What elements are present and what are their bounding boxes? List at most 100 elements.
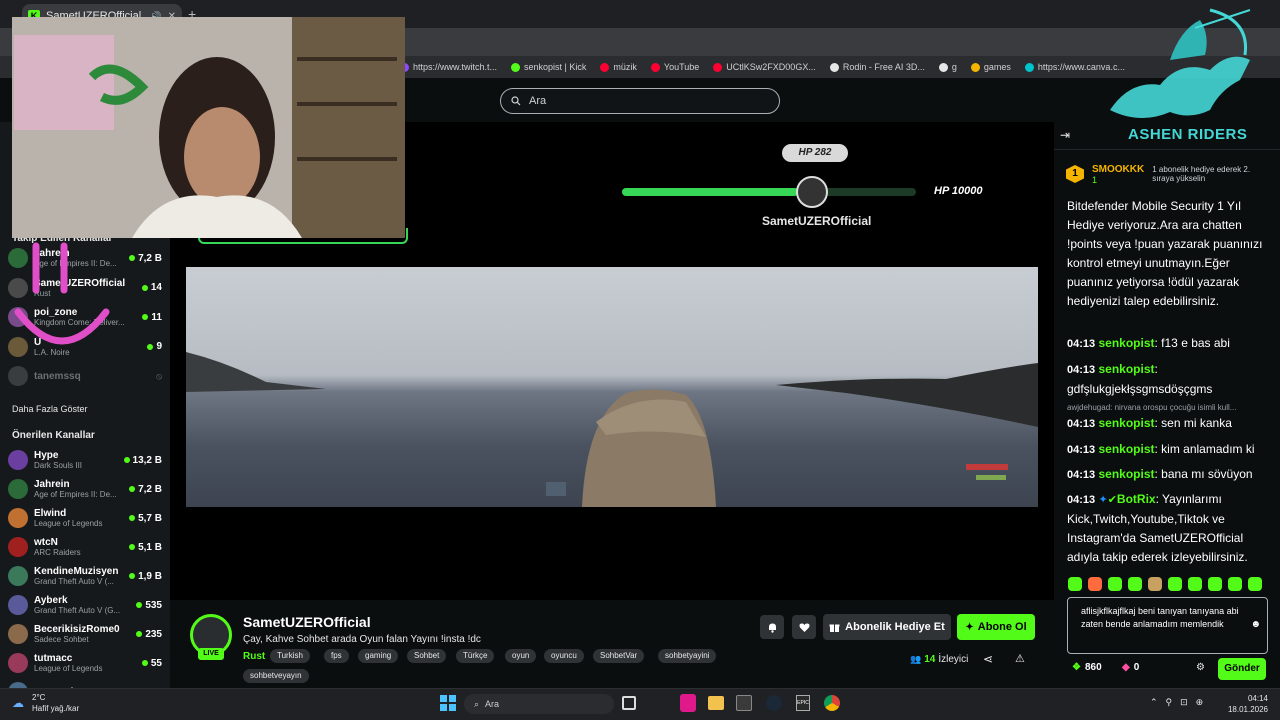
sidebar-channel-item[interactable]: Jahrein Age of Empires II: De... 7,2 B [8, 475, 162, 503]
follow-button[interactable] [792, 615, 816, 639]
search-input[interactable]: Ara [500, 88, 780, 114]
sidebar-channel-item[interactable]: KendineMuzisyen Grand Theft Auto V (... 1,… [8, 562, 162, 590]
emote-bar [1068, 577, 1268, 593]
file-explorer-icon[interactable] [708, 696, 724, 710]
message-time: 04:13 [1067, 338, 1096, 350]
app-icon[interactable] [680, 694, 696, 712]
gift-subscription-button[interactable]: Abonelik Hediye Et [823, 614, 951, 640]
channel-name: Hype [34, 450, 59, 461]
epic-games-icon[interactable]: EPIC [796, 695, 810, 711]
system-tray-icons[interactable]: ⌃⚲⊡⊕ [1150, 697, 1211, 708]
bookmark-item[interactable]: YouTube [650, 62, 699, 72]
message-username[interactable]: senkopist [1098, 467, 1154, 481]
bookmark-icon [970, 62, 980, 72]
emote-icon[interactable] [1088, 577, 1102, 591]
emote-icon[interactable] [1188, 577, 1202, 591]
taskbar [0, 688, 1280, 720]
viewer-number: 55 [150, 657, 162, 669]
channel-name[interactable]: SametUZEROfficial [243, 614, 371, 630]
message-username[interactable]: BotRix [1117, 492, 1156, 506]
kick-coins[interactable]: ◆ 0 [1122, 662, 1139, 673]
chat-settings-icon[interactable]: ⚙ [1196, 662, 1205, 673]
avatar [8, 450, 28, 470]
tag-chip[interactable]: sohbetyayini [658, 649, 717, 663]
message-username[interactable]: senkopist [1098, 336, 1154, 350]
store-icon[interactable] [736, 695, 752, 711]
emoji-icon[interactable]: ☻ [1250, 618, 1261, 631]
subscribe-button[interactable]: ✦ Abone Ol [957, 614, 1035, 640]
sidebar-channel-item[interactable]: Ayberk Grand Theft Auto V (G... 535 [8, 591, 162, 619]
channel-name: KendineMuzisyen [34, 566, 119, 577]
emote-icon[interactable] [1208, 577, 1222, 591]
chat-input[interactable]: aflisjkflkajflkaj beni tanıyan tanıyana … [1067, 597, 1268, 654]
bookmark-icon [650, 62, 660, 72]
emote-icon[interactable] [1128, 577, 1142, 591]
bell-icon [768, 623, 776, 633]
live-dot-icon [129, 573, 136, 579]
emote-icon[interactable] [1148, 577, 1162, 591]
emote-icon[interactable] [1248, 577, 1262, 591]
clock-date: 18.01.2026 [1227, 705, 1268, 714]
avatar [8, 566, 28, 586]
show-more-link[interactable]: Daha Fazla Göster [12, 404, 88, 414]
stream-category[interactable]: Rust [243, 651, 265, 662]
bookmark-item[interactable]: senkopist | Kick [511, 62, 586, 72]
windows-start-icon[interactable] [440, 695, 456, 711]
emote-icon[interactable] [1168, 577, 1182, 591]
tag-chip[interactable]: Turkish [270, 649, 310, 663]
sidebar-channel-item[interactable]: tutmacc League of Legends 55 [8, 649, 162, 677]
taskbar-search[interactable]: ⌕ Ara [464, 694, 614, 714]
bookmark-item[interactable]: müzik [600, 62, 637, 72]
emote-icon[interactable] [1068, 577, 1082, 591]
viewer-number: 14 [150, 282, 162, 293]
live-dot-icon [129, 544, 136, 550]
channel-points[interactable]: ❖ 860 [1072, 662, 1102, 673]
send-button[interactable]: Gönder [1218, 658, 1266, 680]
notification-button[interactable] [760, 615, 784, 639]
bookmark-item[interactable]: games [970, 62, 1011, 72]
tag-chip[interactable]: gaming [358, 649, 399, 663]
tag-chip[interactable]: fps [324, 649, 349, 663]
sidebar-channel-item[interactable]: tanemssq ⦸ [8, 362, 162, 390]
bookmark-item[interactable]: UCtlKSw2FXD00GX... [713, 62, 816, 72]
message-username[interactable]: senkopist [1098, 362, 1154, 376]
task-view-icon[interactable] [622, 696, 636, 710]
bookmark-label: games [983, 62, 1011, 72]
bookmark-label: müzik [613, 62, 637, 72]
tag-chip[interactable]: oyun [505, 649, 537, 663]
tag-chip[interactable]: sohbetveyayın [243, 669, 309, 683]
gift-button-label: Abonelik Hediye Et [845, 621, 945, 633]
tag-chip[interactable]: Türkçe [456, 649, 495, 663]
sidebar-channel-item[interactable]: Elwind League of Legends 5,7 B [8, 504, 162, 532]
share-icon[interactable]: ⋖ [983, 652, 993, 666]
collapse-chat-icon[interactable]: ⇥ [1060, 128, 1070, 142]
bookmark-item[interactable]: Rodin - Free AI 3D... [829, 62, 925, 72]
sidebar-channel-item[interactable]: BecerikisizRome0 Sadece Sohbet 235 [8, 620, 162, 648]
emote-icon[interactable] [1108, 577, 1122, 591]
tag-chip[interactable]: oyuncu [544, 649, 584, 663]
recommended-heading: Önerilen Kanallar [12, 430, 95, 441]
tag-chip[interactable]: Sohbet [407, 649, 447, 663]
emote-icon[interactable] [1228, 577, 1242, 591]
sidebar-channel-item[interactable]: Hype Dark Souls III 13,2 B [8, 446, 162, 474]
bookmark-icon [1024, 62, 1034, 72]
report-icon[interactable]: ⚠ [1015, 652, 1025, 665]
channel-category: Grand Theft Auto V (... [34, 577, 114, 586]
points-value: 860 [1084, 662, 1102, 673]
message-username[interactable]: senkopist [1098, 442, 1154, 456]
live-dot-icon [123, 457, 130, 463]
avatar [8, 595, 28, 615]
weather-widget[interactable]: 2°C Hafif yağ./kar [32, 692, 79, 714]
message-username[interactable]: senkopist [1098, 416, 1154, 430]
channel-category: Grand Theft Auto V (G... [34, 606, 121, 615]
bookmark-item[interactable]: g [938, 62, 957, 72]
bookmark-item[interactable]: https://www.twitch.t... [400, 62, 497, 72]
chrome-icon[interactable] [824, 695, 840, 711]
viewer-count: 535 [136, 600, 162, 611]
gift-icon [829, 624, 840, 632]
tag-chip[interactable]: SohbetVar [593, 649, 645, 663]
sidebar-channel-item[interactable]: wtcN ARC Raiders 5,1 B [8, 533, 162, 561]
steam-icon[interactable] [766, 695, 782, 711]
clock[interactable]: 04:14 18.01.2026 [1222, 693, 1268, 715]
channel-name: tanemssq [34, 370, 81, 382]
